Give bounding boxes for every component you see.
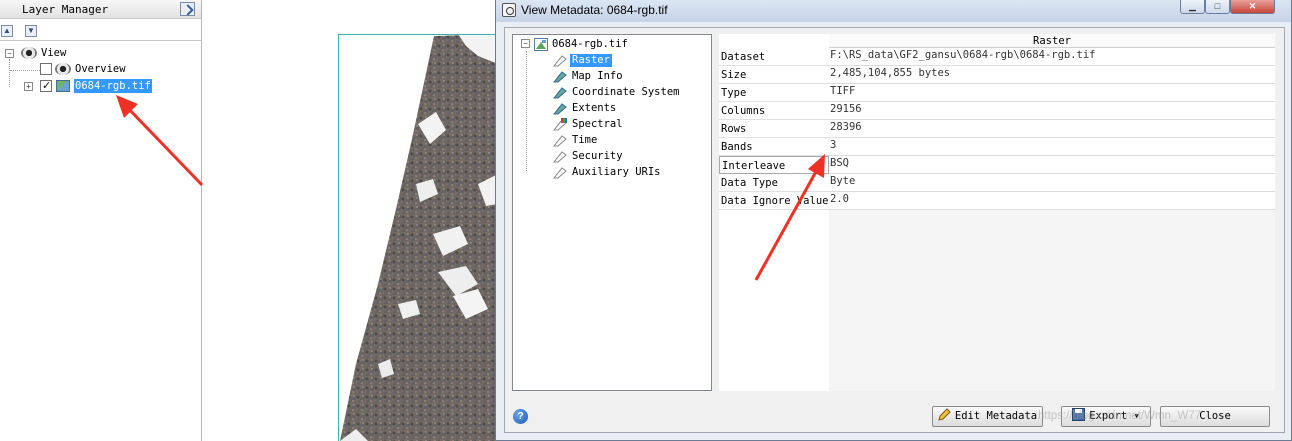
tree-label-raster: Raster xyxy=(570,54,612,67)
table-row[interactable]: Data Ignore Value 2.0 xyxy=(719,192,1275,210)
row-key: Interleave xyxy=(719,156,829,174)
view-metadata-dialog: View Metadata: 0684-rgb.tif ▁ □ ✕ − 0684… xyxy=(495,0,1292,441)
metadata-root-label[interactable]: 0684-rgb.tif xyxy=(550,38,630,51)
tree-item-raster-layer[interactable]: + 0684-rgb.tif xyxy=(3,79,183,94)
table-row[interactable]: Columns 29156 xyxy=(719,102,1275,120)
expand-icon[interactable]: + xyxy=(24,82,33,91)
table-row[interactable]: Type TIFF xyxy=(719,84,1275,102)
column-header: Raster xyxy=(829,34,1275,48)
window-close-button[interactable]: ✕ xyxy=(1230,0,1275,14)
maximize-button[interactable]: □ xyxy=(1205,0,1230,14)
tree-label-raster-layer: 0684-rgb.tif xyxy=(74,79,152,93)
raster-layer-checkbox[interactable] xyxy=(40,79,52,92)
table-row[interactable]: Interleave BSQ xyxy=(719,156,1275,174)
app-icon xyxy=(502,3,516,17)
dialog-body: − 0684-rgb.tif Raster Map Info Coordinat… xyxy=(504,27,1285,433)
row-key: Dataset xyxy=(719,48,829,66)
row-key: Type xyxy=(719,84,829,102)
row-value[interactable]: 2.0 xyxy=(829,192,1275,210)
row-key: Size xyxy=(719,66,829,84)
tag-icon xyxy=(553,55,567,67)
raster-file-icon xyxy=(534,38,548,51)
row-key: Bands xyxy=(719,138,829,156)
map-tag-icon xyxy=(553,71,567,83)
close-label: Close xyxy=(1199,410,1231,422)
tree-label-spectral: Spectral xyxy=(572,118,623,130)
collapse-icon[interactable]: − xyxy=(521,39,530,48)
overview-eye-icon xyxy=(55,63,71,75)
dialog-titlebar: View Metadata: 0684-rgb.tif ▁ □ ✕ xyxy=(496,0,1291,22)
tree-label-time: Time xyxy=(572,134,598,146)
tree-label-overview: Overview xyxy=(75,63,126,75)
raster-image-icon xyxy=(56,80,70,92)
tree-label-auxiliary-uris: Auxiliary URIs xyxy=(572,166,661,178)
row-key: Data Ignore Value xyxy=(719,192,829,210)
image-view-frame xyxy=(338,34,498,441)
move-down-icon[interactable]: ▼ xyxy=(25,25,37,37)
table-row[interactable]: Dataset F:\RS_data\GF2_gansu\0684-rgb\06… xyxy=(719,48,1275,66)
table-row[interactable]: Size 2,485,104,855 bytes xyxy=(719,66,1275,84)
row-key: Data Type xyxy=(719,174,829,192)
spectral-tag-icon xyxy=(553,118,567,131)
minimize-button[interactable]: ▁ xyxy=(1180,0,1205,14)
layer-manager-title: Layer Manager xyxy=(22,3,109,16)
edit-metadata-button[interactable]: Edit Metadata xyxy=(932,406,1043,427)
layer-toolbar: ▲ ▼ xyxy=(0,23,201,39)
tree-item-view[interactable]: − View xyxy=(3,46,183,61)
table-row[interactable]: Data Type Byte xyxy=(719,174,1275,192)
collapse-icon[interactable]: − xyxy=(5,49,14,58)
pencil-icon xyxy=(938,408,951,421)
metadata-tree: − 0684-rgb.tif Raster Map Info Coordinat… xyxy=(512,34,712,391)
row-value[interactable]: Byte xyxy=(829,174,1275,192)
row-value[interactable]: 3 xyxy=(829,138,1275,156)
row-key: Rows xyxy=(719,120,829,138)
row-value[interactable]: BSQ xyxy=(829,156,1275,174)
tree-label-security: Security xyxy=(572,150,623,162)
layer-manager-titlebar: Layer Manager xyxy=(0,0,201,19)
tree-label-view: View xyxy=(41,47,67,59)
toolbar-divider xyxy=(0,40,201,41)
row-value[interactable]: 2,485,104,855 bytes xyxy=(829,66,1275,84)
move-up-icon[interactable]: ▲ xyxy=(1,25,13,37)
security-tag-icon xyxy=(553,151,567,163)
row-value[interactable]: 28396 xyxy=(829,120,1275,138)
tree-item-overview[interactable]: Overview xyxy=(3,62,183,77)
tree-connector xyxy=(526,51,527,171)
tree-label-coordinate-system: Coordinate System xyxy=(572,86,680,98)
time-tag-icon xyxy=(553,135,567,147)
table-row[interactable]: Bands 3 xyxy=(719,138,1275,156)
extents-tag-icon xyxy=(553,103,567,115)
row-value[interactable]: TIFF xyxy=(829,84,1275,102)
row-value[interactable]: F:\RS_data\GF2_gansu\0684-rgb\0684-rgb.t… xyxy=(829,48,1275,66)
view-eye-icon xyxy=(21,47,37,59)
metadata-table: Raster Dataset F:\RS_data\GF2_gansu\0684… xyxy=(719,34,1275,391)
help-icon[interactable]: ? xyxy=(513,409,528,424)
layer-manager-panel: Layer Manager ▲ ▼ − View Overview + 0684… xyxy=(0,0,202,441)
tree-label-extents: Extents xyxy=(572,102,617,114)
overview-checkbox[interactable] xyxy=(40,63,52,75)
dock-icon[interactable] xyxy=(180,2,195,16)
tree-label-map-info: Map Info xyxy=(572,70,623,82)
edit-metadata-label: Edit Metadata xyxy=(954,410,1038,422)
row-value[interactable]: 29156 xyxy=(829,102,1275,120)
dialog-title: View Metadata: 0684-rgb.tif xyxy=(521,3,668,17)
row-key: Columns xyxy=(719,102,829,120)
auxiliary-tag-icon xyxy=(553,167,567,179)
table-row[interactable]: Rows 28396 xyxy=(719,120,1275,138)
globe-tag-icon xyxy=(553,87,567,99)
watermark-text: https://blog.csdn.net/Wmn_W77 xyxy=(1038,410,1201,422)
